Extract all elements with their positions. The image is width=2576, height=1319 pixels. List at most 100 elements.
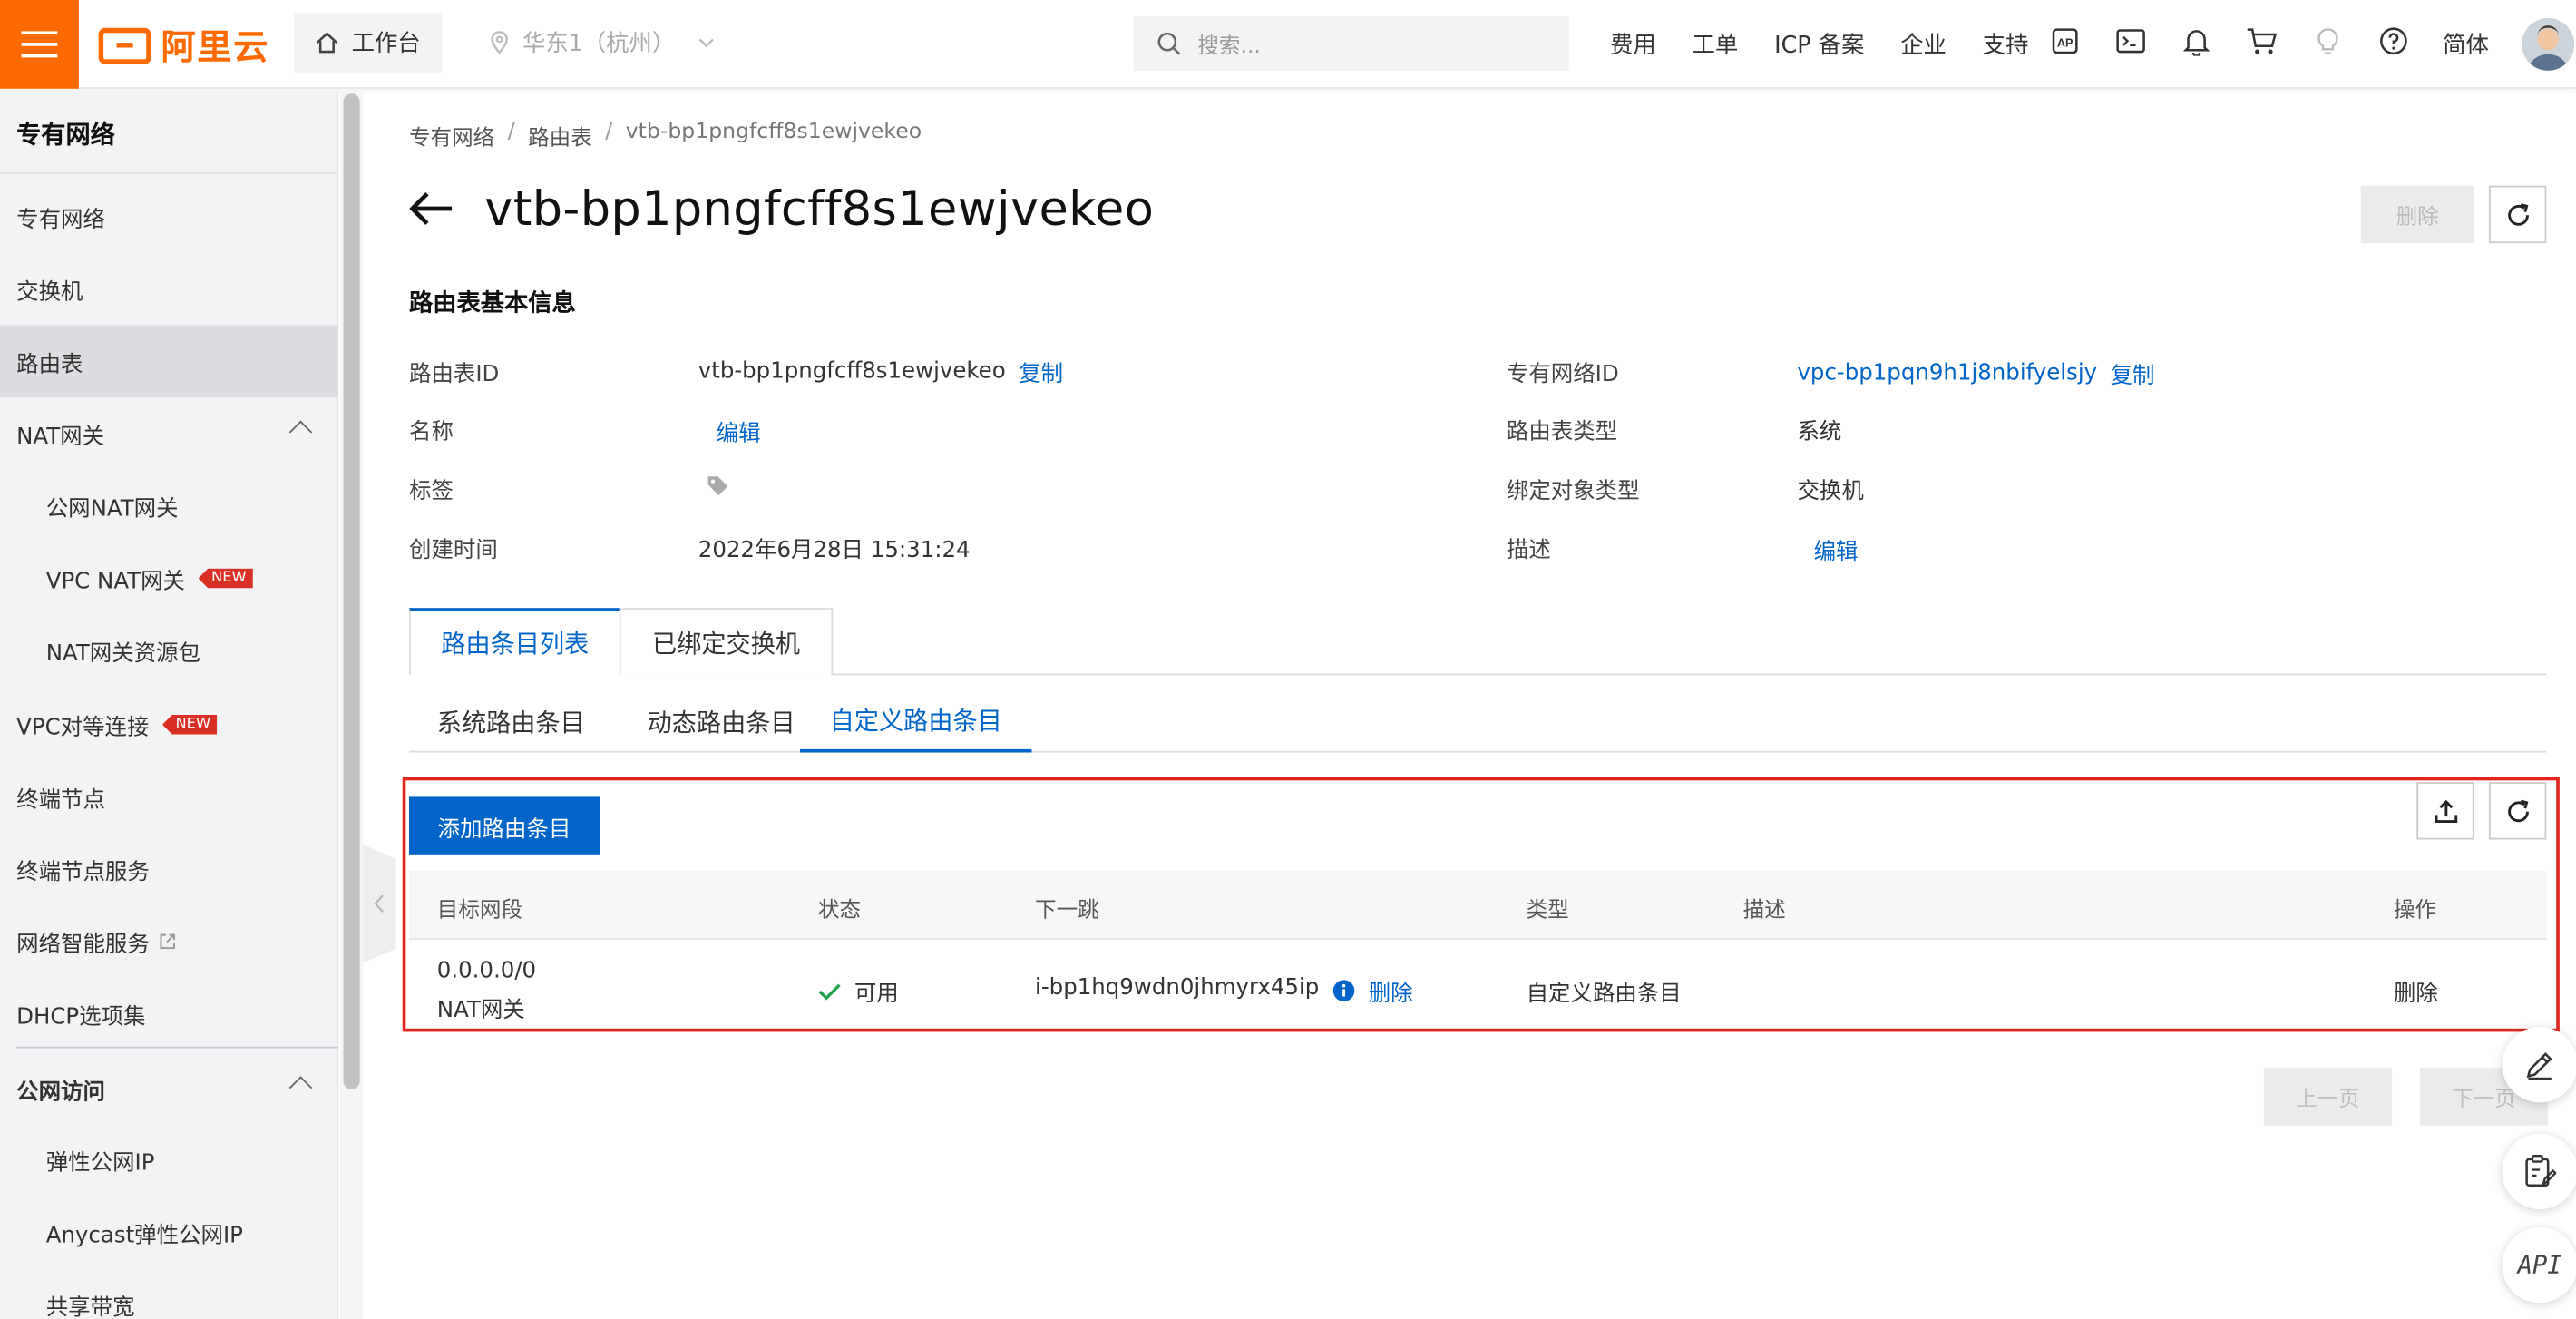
sidebar-item-shared-bandwidth[interactable]: 共享带宽	[0, 1268, 338, 1319]
terminal-icon[interactable]	[2114, 24, 2147, 57]
sidebar-scrollbar-thumb[interactable]	[343, 93, 360, 1089]
api-button[interactable]: API	[2502, 1226, 2576, 1304]
top-nav: 费用 工单 ICP 备案 企业 支持	[1610, 28, 2028, 61]
info-value-created-time: 2022年6月28日 15:31:24	[698, 531, 971, 563]
info-icon[interactable]	[1332, 979, 1355, 1001]
sidebar-item-network-intelligence[interactable]: 网络智能服务	[0, 905, 338, 978]
tab-system-routes[interactable]: 系统路由条目	[437, 690, 585, 753]
clipboard-button[interactable]	[2502, 1133, 2576, 1210]
sidebar-item-public-nat[interactable]: 公网NAT网关	[0, 470, 338, 542]
breadcrumb-separator: /	[507, 120, 515, 145]
secondary-tabs: 系统路由条目 动态路由条目 自定义路由条目	[408, 690, 2547, 753]
breadcrumb-current: vtb-bp1pngfcff8s1ewjvekeo	[625, 120, 922, 145]
info-label-name: 名称	[408, 418, 454, 445]
tab-route-entries[interactable]: 路由条目列表	[408, 608, 621, 676]
copy-route-table-id-link[interactable]: 复制	[1019, 355, 1063, 387]
row-delete-link[interactable]: 删除	[2394, 974, 2438, 1007]
logo[interactable]: 阿里云	[98, 22, 269, 71]
breadcrumb-separator: /	[605, 120, 613, 145]
api-doc-icon[interactable]: AP	[2049, 24, 2082, 57]
sidebar-item-label: 共享带宽	[45, 1295, 135, 1319]
delete-route-table-button[interactable]: 删除	[2360, 185, 2474, 244]
location-icon	[491, 31, 508, 54]
chevron-up-icon	[288, 420, 313, 445]
prev-page-button[interactable]: 上一页	[2263, 1068, 2393, 1126]
info-value-route-table-id: vtb-bp1pngfcff8s1ewjvekeo 复制	[698, 355, 1063, 388]
sidebar-item-label: 路由表	[16, 351, 83, 378]
workbench-button[interactable]: 工作台	[294, 13, 443, 73]
sidebar-item-vpc[interactable]: 专有网络	[0, 181, 338, 253]
vpc-id-link[interactable]: vpc-bp1pqn9h1j8nbifyelsjy	[1797, 360, 2097, 386]
table-refresh-button[interactable]	[2488, 782, 2547, 840]
sidebar-item-endpoint[interactable]: 终端节点	[0, 761, 338, 834]
region-label: 华东1（杭州）	[522, 31, 676, 58]
tab-dynamic-routes[interactable]: 动态路由条目	[648, 690, 795, 753]
page-title: vtb-bp1pngfcff8s1ewjvekeo	[484, 181, 1155, 237]
region-selector[interactable]: 华东1（杭州）	[490, 26, 715, 59]
column-header-description: 描述	[1742, 898, 1786, 923]
sidebar-item-label: DHCP选项集	[16, 1003, 146, 1031]
api-label: API	[2517, 1250, 2562, 1280]
info-value-tags	[707, 474, 729, 496]
info-label-bound-type: 绑定对象类型	[1506, 478, 1640, 505]
next-hop-delete-link[interactable]: 删除	[1369, 974, 1413, 1007]
cell-next-hop-action: 删除	[1332, 974, 1413, 1007]
back-arrow-icon[interactable]	[409, 191, 455, 227]
tab-bound-vswitches[interactable]: 已绑定交换机	[619, 608, 834, 676]
search-box[interactable]: 搜索...	[1133, 16, 1569, 71]
sidebar-item-dhcp[interactable]: DHCP选项集	[0, 978, 338, 1050]
sidebar-item-route-table[interactable]: 路由表	[0, 325, 339, 398]
column-header-type: 类型	[1526, 898, 1569, 923]
breadcrumb-route-table[interactable]: 路由表	[528, 120, 592, 151]
sidebar-item-label: VPC NAT网关	[45, 568, 186, 595]
edit-description-link[interactable]: 编辑	[1814, 532, 1859, 565]
svg-text:AP: AP	[2057, 37, 2073, 50]
created-time-value: 2022年6月28日 15:31:24	[698, 537, 971, 564]
edit-name-link[interactable]: 编辑	[717, 414, 761, 447]
sidebar-item-label: 弹性公网IP	[45, 1149, 155, 1177]
sidebar-item-eip[interactable]: 弹性公网IP	[0, 1124, 338, 1197]
sidebar-item-anycast-eip[interactable]: Anycast弹性公网IP	[0, 1197, 338, 1269]
sidebar-item-public-access[interactable]: 公网访问	[0, 1053, 338, 1126]
info-value-description: 编辑	[1814, 532, 1859, 565]
tag-icon[interactable]	[707, 474, 729, 496]
add-route-entry-button[interactable]: 添加路由条目	[408, 796, 600, 855]
tab-custom-routes[interactable]: 自定义路由条目	[800, 690, 1032, 753]
bell-icon[interactable]	[2180, 24, 2212, 57]
sidebar-item-nat-package[interactable]: NAT网关资源包	[0, 614, 338, 687]
sidebar-item-nat-gateway[interactable]: NAT网关	[0, 397, 338, 470]
nav-support[interactable]: 支持	[1983, 28, 2029, 61]
copy-vpc-id-link[interactable]: 复制	[2111, 357, 2155, 389]
nav-icp[interactable]: ICP 备案	[1774, 28, 1864, 61]
sidebar-item-label: NAT网关资源包	[45, 640, 201, 668]
breadcrumb: 专有网络 / 路由表 / vtb-bp1pngfcff8s1ewjvekeo	[409, 120, 922, 151]
sidebar-item-vpc-nat[interactable]: VPC NAT网关 NEW	[0, 542, 338, 615]
new-badge: NEW	[198, 568, 253, 589]
sidebar-item-vswitch[interactable]: 交换机	[0, 253, 338, 326]
cell-status: 可用	[818, 974, 899, 1007]
nav-enterprise[interactable]: 企业	[1900, 28, 1947, 61]
info-value-bound-type: 交换机	[1797, 472, 1863, 504]
column-header-status: 状态	[817, 898, 862, 923]
info-label-created-time: 创建时间	[408, 537, 498, 564]
cart-icon[interactable]	[2246, 24, 2278, 57]
sidebar-item-vpc-peering[interactable]: VPC对等连接 NEW	[0, 689, 338, 761]
help-icon[interactable]	[2377, 24, 2410, 57]
nav-tickets[interactable]: 工单	[1693, 28, 1739, 61]
export-button[interactable]	[2416, 782, 2474, 840]
cell-target: 0.0.0.0/0	[436, 957, 537, 984]
refresh-icon	[2507, 202, 2529, 225]
nav-fees[interactable]: 费用	[1610, 28, 1656, 61]
chevron-left-icon	[374, 894, 384, 914]
collapse-sidebar-handle[interactable]	[363, 844, 396, 963]
sidebar-title: 专有网络	[16, 120, 115, 150]
refresh-button[interactable]	[2488, 185, 2547, 244]
feedback-button[interactable]	[2502, 1027, 2576, 1103]
lightbulb-icon[interactable]	[2311, 24, 2344, 57]
language-switch[interactable]: 简体	[2443, 28, 2489, 61]
sidebar-item-endpoint-service[interactable]: 终端节点服务	[0, 833, 338, 905]
breadcrumb-vpc[interactable]: 专有网络	[409, 120, 494, 151]
sidebar-item-label: 公网NAT网关	[45, 495, 179, 523]
avatar[interactable]	[2522, 17, 2575, 71]
menu-icon[interactable]	[0, 0, 79, 89]
